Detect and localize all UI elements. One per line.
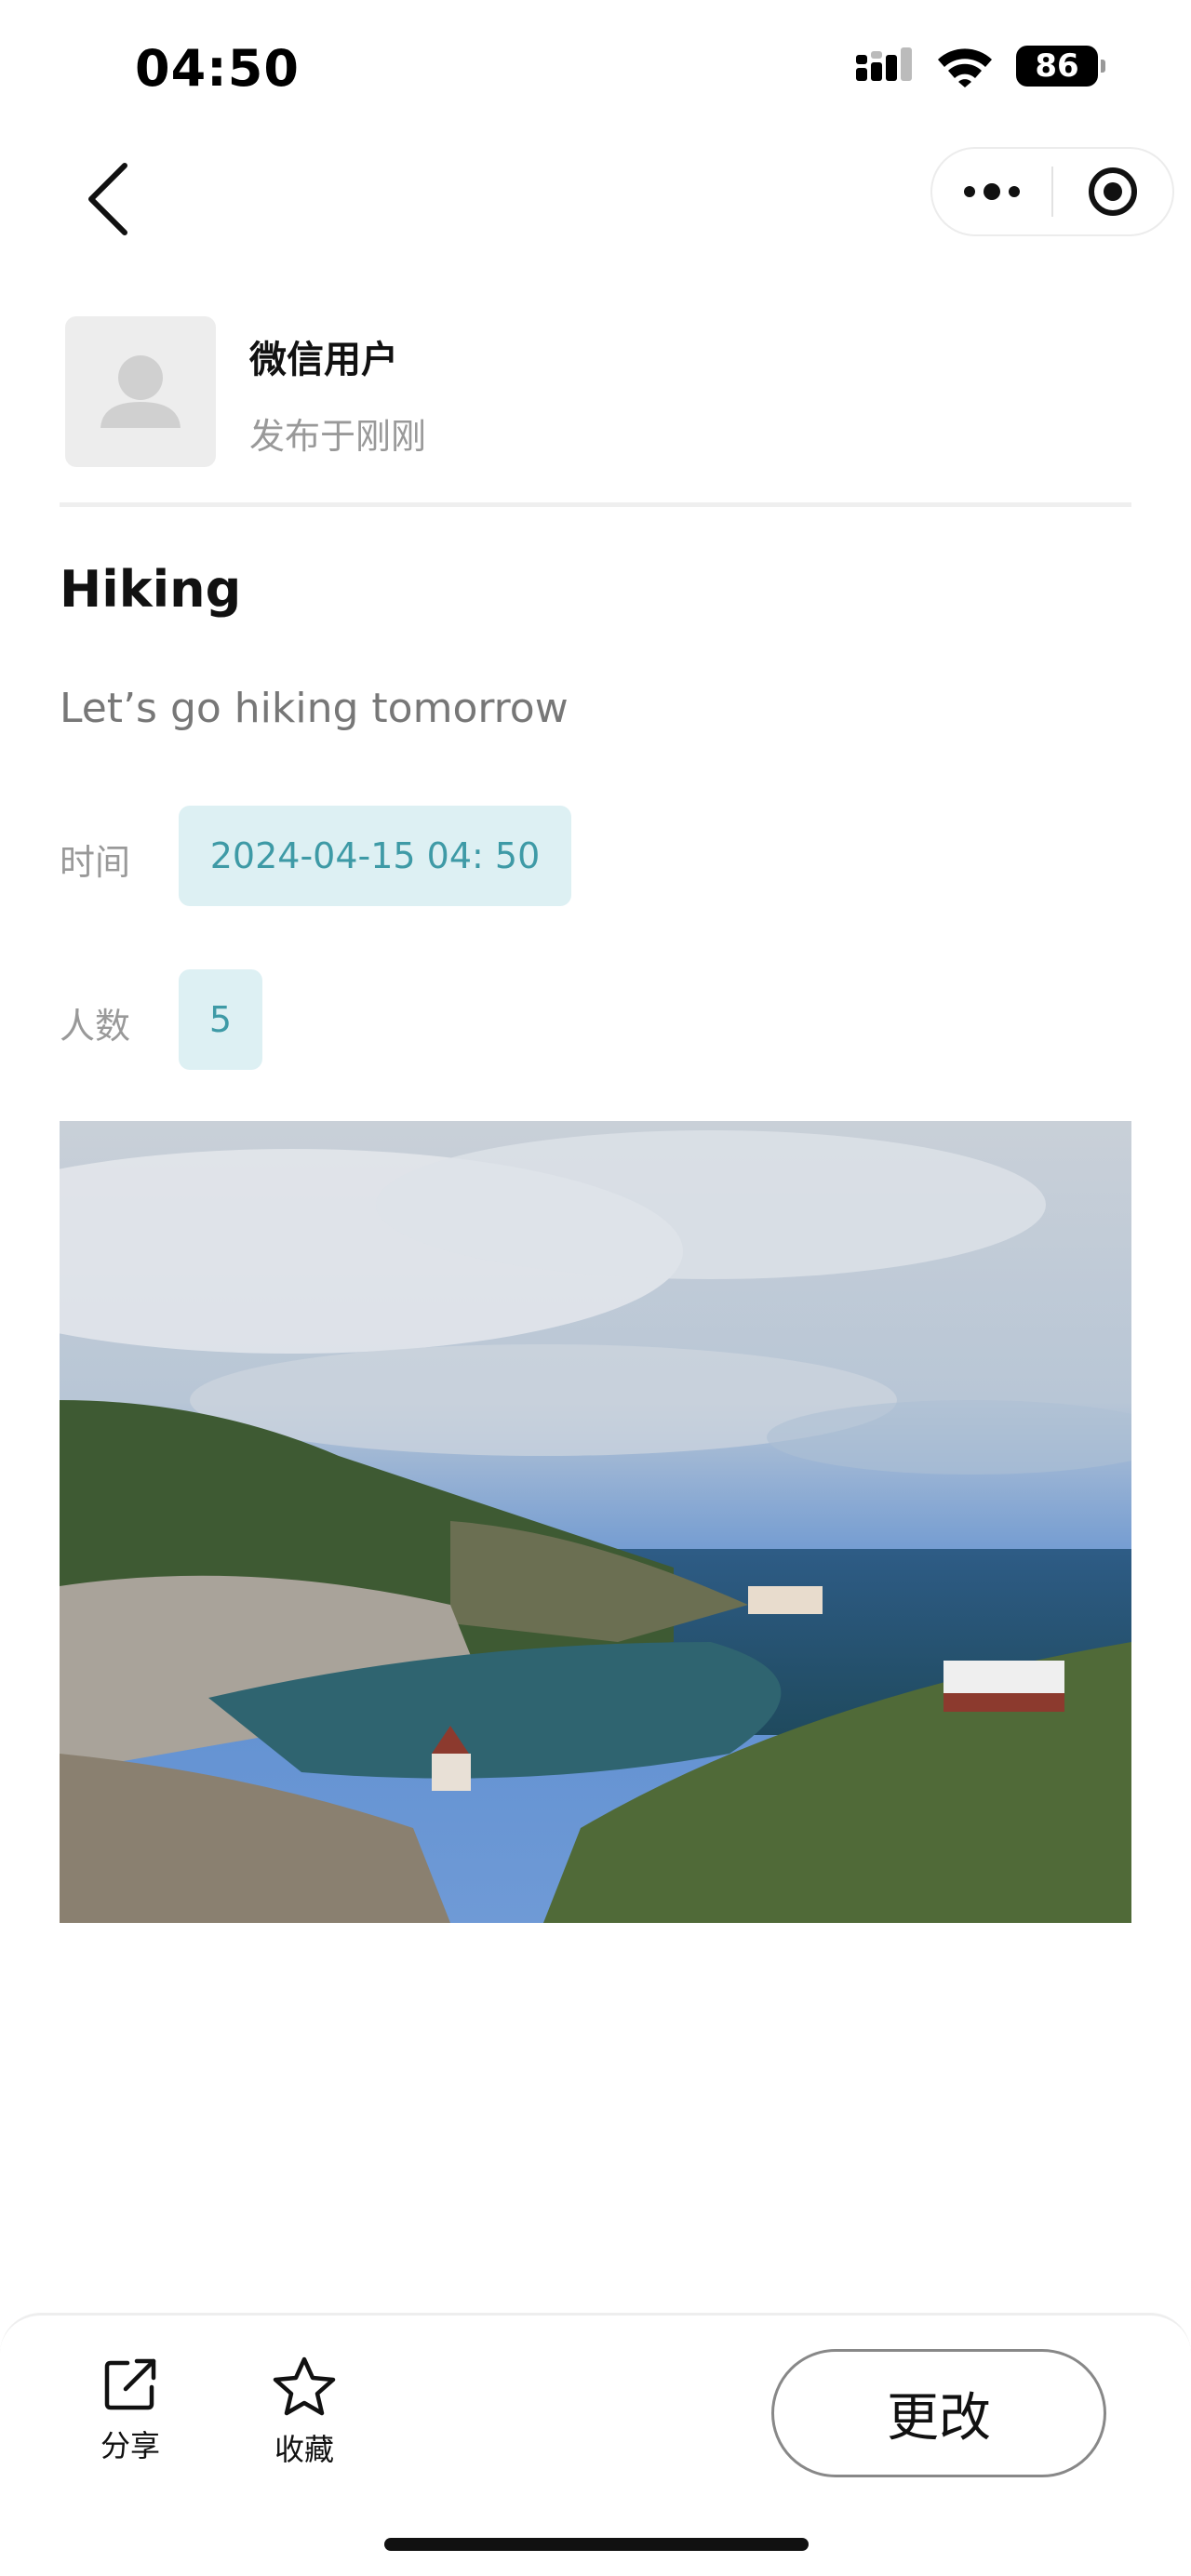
edit-button[interactable]: 更改 — [771, 2349, 1106, 2477]
people-chip: 5 — [179, 969, 262, 1070]
share-icon — [104, 2358, 156, 2410]
battery-cap — [1101, 60, 1105, 73]
people-label: 人数 — [60, 1006, 131, 1047]
mini-program-capsule — [930, 147, 1174, 236]
harbor-landscape-image — [60, 1121, 1131, 1923]
share-label: 分享 — [100, 2428, 160, 2463]
cellular-signal-icon — [856, 47, 912, 81]
time-chip: 2024-04-15 04: 50 — [179, 806, 571, 906]
favorite-label: 收藏 — [274, 2432, 334, 2467]
wifi-icon — [938, 48, 992, 87]
close-miniprogram-button[interactable] — [1053, 149, 1172, 234]
battery-level: 86 — [1016, 46, 1098, 87]
avatar — [65, 316, 216, 467]
battery-indicator: 86 — [1016, 46, 1105, 87]
back-button[interactable] — [82, 160, 138, 238]
favorite-button[interactable]: 收藏 — [248, 2356, 360, 2469]
star-icon — [273, 2356, 336, 2416]
post-photo[interactable] — [60, 1121, 1131, 1923]
home-indicator — [384, 2538, 809, 2551]
more-button[interactable] — [932, 149, 1051, 234]
target-circle-icon — [1088, 167, 1137, 216]
post-time: 发布于刚刚 — [249, 416, 427, 457]
section-divider — [60, 502, 1131, 507]
author-name: 微信用户 — [249, 339, 398, 381]
share-button[interactable]: 分享 — [74, 2356, 186, 2465]
more-dots-icon — [964, 183, 1020, 200]
post-detail-page: 04:50 86 微信用户 发布于刚刚 Hiking Let’s go hiki… — [0, 0, 1191, 2576]
status-time: 04:50 — [135, 39, 300, 98]
chevron-left-icon — [88, 163, 127, 235]
post-description: Let’s go hiking tomorrow — [60, 685, 569, 732]
default-avatar-icon — [100, 355, 181, 428]
status-icons: 86 — [854, 45, 1105, 87]
post-title: Hiking — [60, 560, 242, 619]
time-label: 时间 — [60, 842, 131, 883]
